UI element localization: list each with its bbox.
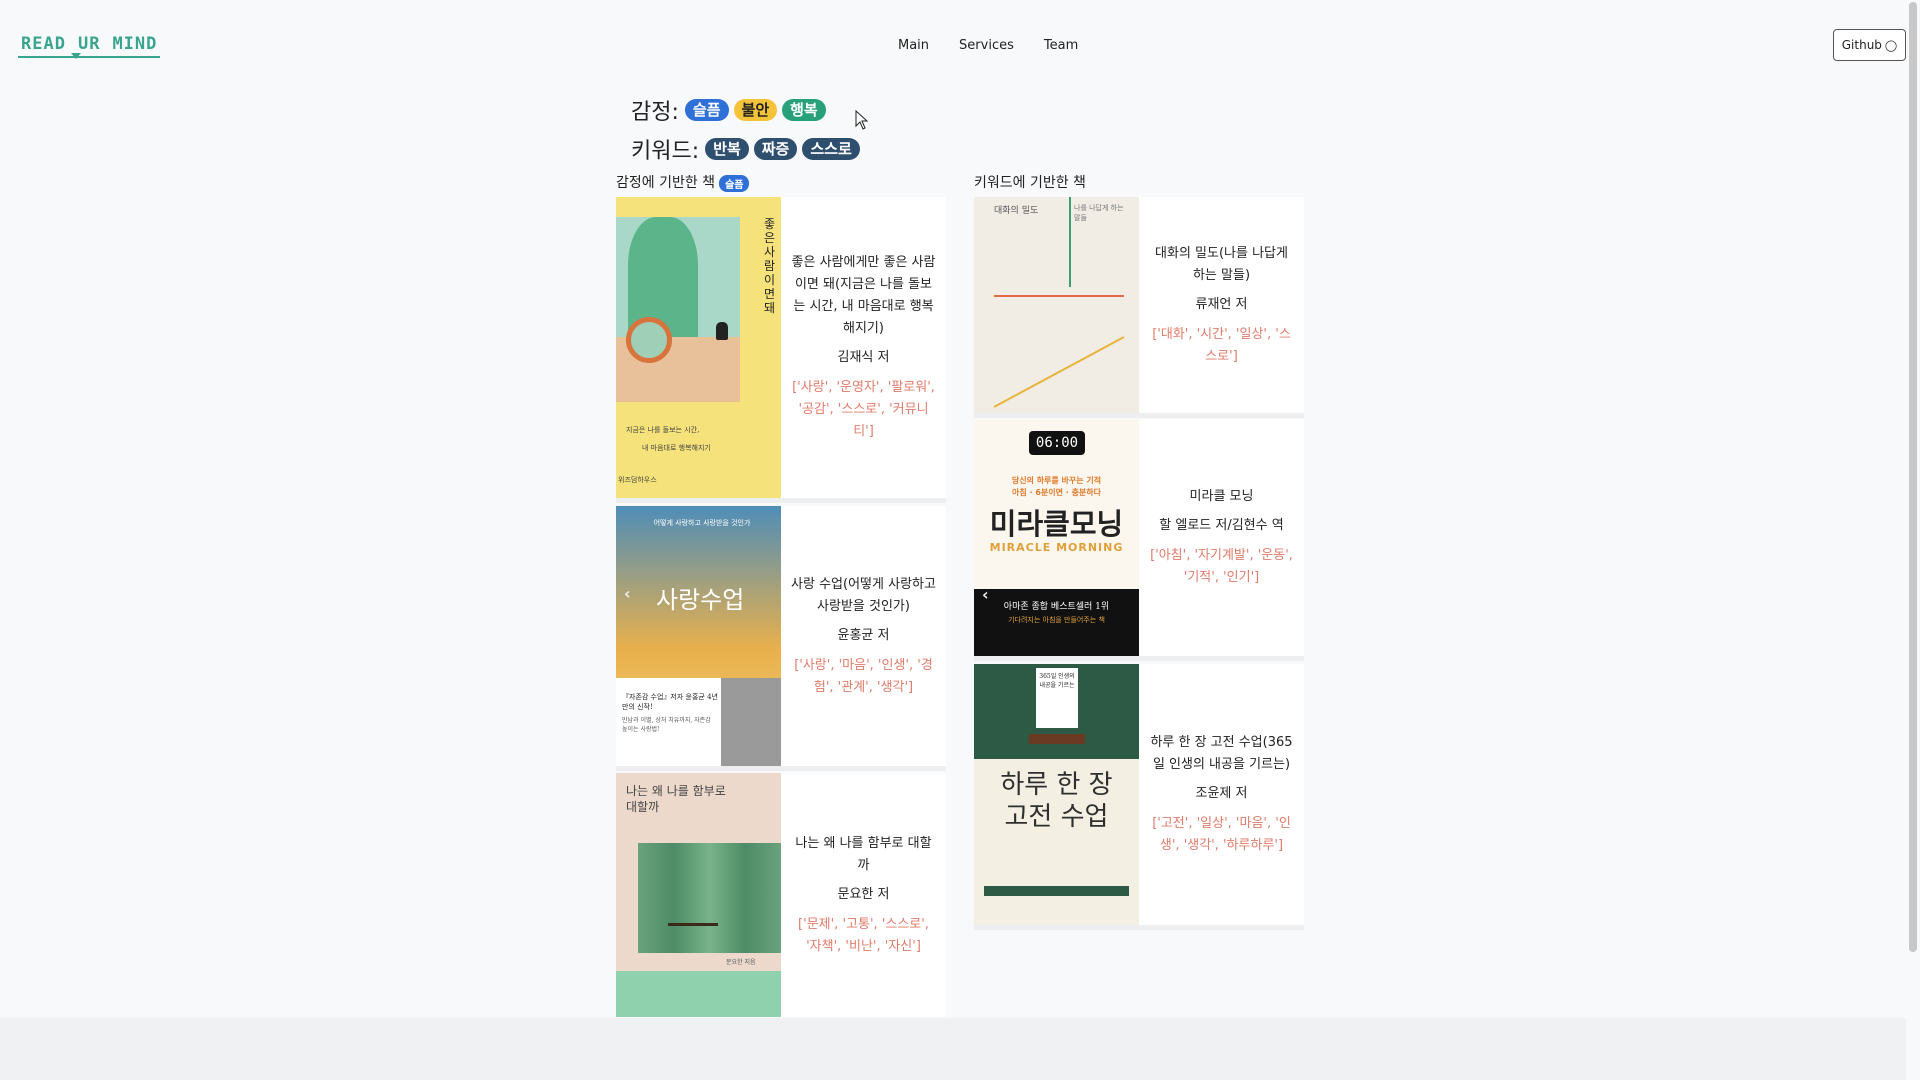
navbar: READ UR MIND Main Services Team Github ◯ bbox=[0, 0, 1906, 92]
cover-tagline: 당신의 하루를 바꾸는 기적 bbox=[1011, 476, 1102, 485]
book-title[interactable]: 사랑 수업(어떻게 사랑하고 사랑받을 것인가) bbox=[791, 574, 936, 618]
book-author: 윤홍균 저 bbox=[837, 627, 890, 643]
cover-author-photo bbox=[721, 678, 781, 766]
cover-round-window bbox=[626, 317, 672, 363]
cover-title: 사랑수업 bbox=[656, 586, 745, 614]
book-card[interactable]: 06:00 당신의 하루를 바꾸는 기적 아침 · 6분이면 · 충분하다 미라… bbox=[974, 419, 1304, 661]
book-cover[interactable]: 나는 왜 나를 함부로 대할까 문요한 지음 bbox=[616, 773, 781, 1017]
book-info: 나는 왜 나를 함부로 대할까 문요한 저 ['문제', '고통', '스스로'… bbox=[781, 773, 946, 1017]
github-icon: ◯ bbox=[1884, 38, 1898, 52]
cover-table bbox=[668, 923, 718, 943]
cover-quote: 만남과 이별, 상처 치유까지, 자존감 높이는 사랑법! bbox=[622, 717, 711, 733]
book-keywords: ['사랑', '마음', '인생', '경험', '관계', '생각'] bbox=[794, 657, 933, 695]
emotion-tag: 슬픔 bbox=[684, 99, 729, 121]
book-keywords: ['문제', '고통', '스스로', '자책', '비난', '자신'] bbox=[798, 916, 929, 954]
book-card[interactable]: 나는 왜 나를 함부로 대할까 문요한 지음 나는 왜 나를 함부로 대할까 문… bbox=[616, 773, 946, 1017]
book-info: 사랑 수업(어떻게 사랑하고 사랑받을 것인가) 윤홍균 저 ['사랑', '마… bbox=[781, 506, 946, 766]
book-title[interactable]: 나는 왜 나를 함부로 대할까 bbox=[791, 833, 936, 877]
mouse-cursor-icon bbox=[855, 110, 869, 130]
logo-word: UR bbox=[77, 34, 101, 54]
book-info: 하루 한 장 고전 수업(365일 인생의 내공을 기르는) 조윤제 저 ['고… bbox=[1139, 664, 1304, 925]
cover-top-text: 어떻게 사랑하고 사랑받을 것인가 bbox=[653, 519, 751, 527]
book-card[interactable]: 365일 인생의 내공을 기르는 하루 한 장 고전 수업 하루 한 장 고전 … bbox=[974, 664, 1304, 930]
cover-title: 나는 왜 나를 함부로 대할까 bbox=[626, 784, 726, 814]
carousel-prev-icon[interactable]: ‹ bbox=[982, 585, 989, 604]
book-author: 김재식 저 bbox=[837, 350, 890, 365]
cover-subtitle: 내 마음대로 행복해지기 bbox=[642, 444, 711, 452]
cover-clock: 06:00 bbox=[1029, 431, 1085, 455]
scrollbar-thumb[interactable] bbox=[1909, 2, 1917, 952]
github-button-label: Github bbox=[1841, 38, 1882, 52]
cover-diagonal bbox=[993, 336, 1125, 408]
book-title[interactable]: 좋은 사람에게만 좋은 사람이면 돼(지금은 나를 돌보는 시간, 내 마음대로… bbox=[791, 252, 936, 340]
book-info: 대화의 밀도(나를 나답게 하는 말들) 류재언 저 ['대화', '시간', … bbox=[1139, 197, 1304, 413]
emotion-tag: 불안 bbox=[733, 99, 778, 121]
cover-english-title: MIRACLE MORNING bbox=[989, 541, 1124, 554]
logo-pin-icon bbox=[71, 53, 81, 59]
book-card[interactable]: 어떻게 사랑하고 사랑받을 것인가 사랑수업 『자존감 수업』저자 윤홍균 4년… bbox=[616, 506, 946, 771]
cover-vertical-title: 좋은 사람이면 돼 bbox=[764, 217, 776, 315]
book-cover[interactable]: 06:00 당신의 하루를 바꾸는 기적 아침 · 6분이면 · 충분하다 미라… bbox=[974, 419, 1139, 656]
book-keywords: ['아침', '자기계발', '운동', '기적', '인기'] bbox=[1150, 548, 1293, 585]
book-cover[interactable]: 어떻게 사랑하고 사랑받을 것인가 사랑수업 『자존감 수업』저자 윤홍균 4년… bbox=[616, 506, 781, 766]
cover-top-text: 365일 인생의 내공을 기르는 bbox=[1039, 673, 1075, 689]
emotion-label: 감정: bbox=[631, 100, 679, 125]
book-author: 문요한 저 bbox=[837, 886, 890, 902]
nav-link-services[interactable]: Services bbox=[959, 38, 1014, 53]
github-button[interactable]: Github ◯ bbox=[1833, 29, 1906, 61]
emotion-tag: 행복 bbox=[782, 99, 826, 121]
cover-bottom-band bbox=[616, 971, 781, 1017]
emotion-books-title: 감정에 기반한 책 슬픔 bbox=[616, 172, 750, 192]
book-cover[interactable]: 좋은 사람이면 돼 지금은 나를 돌보는 시간, 내 마음대로 행복해지기 위즈… bbox=[616, 197, 781, 498]
book-title[interactable]: 미라클 모닝 bbox=[1190, 486, 1254, 508]
book-author: 할 엘로드 저/김현수 역 bbox=[1159, 518, 1284, 533]
keyword-row: 키워드: 반복 짜증 스스로 bbox=[631, 133, 865, 165]
cover-tagline: 아침 · 6분이면 · 충분하다 bbox=[1011, 488, 1102, 497]
book-card[interactable]: 대화의 밀도 나를 나답게 하는 말들 대화의 밀도(나를 나답게 하는 말들)… bbox=[974, 197, 1304, 418]
emotion-books-title-text: 감정에 기반한 책 bbox=[616, 175, 716, 191]
logo-word: MIND bbox=[112, 34, 158, 54]
cover-publisher: 위즈덤하우스 bbox=[618, 476, 657, 484]
page-footer bbox=[0, 1018, 1920, 1080]
book-info: 좋은 사람에게만 좋은 사람이면 돼(지금은 나를 돌보는 시간, 내 마음대로… bbox=[781, 197, 946, 498]
carousel-prev-icon[interactable]: ‹ bbox=[624, 584, 631, 603]
book-cover[interactable]: 365일 인생의 내공을 기르는 하루 한 장 고전 수업 bbox=[974, 664, 1139, 925]
cover-bestseller: 기다려지는 아침을 만들어주는 책 bbox=[1008, 616, 1105, 624]
cover-author: 문요한 지음 bbox=[726, 959, 756, 966]
logo-word: READ bbox=[21, 34, 66, 54]
keyword-label: 키워드: bbox=[631, 139, 700, 164]
logo[interactable]: READ UR MIND bbox=[18, 34, 161, 58]
book-keywords: ['대화', '시간', '일상', '스스로'] bbox=[1152, 326, 1291, 364]
book-cover[interactable]: 대화의 밀도 나를 나답게 하는 말들 bbox=[974, 197, 1139, 413]
cover-title: 고전 수업 bbox=[1004, 802, 1109, 832]
book-title[interactable]: 대화의 밀도(나를 나답게 하는 말들) bbox=[1149, 243, 1294, 287]
cover-cat bbox=[716, 322, 728, 340]
cover-desk bbox=[1029, 734, 1085, 744]
book-author: 조윤제 저 bbox=[1195, 786, 1248, 801]
nav-links: Main Services Team bbox=[898, 38, 1078, 53]
nav-link-team[interactable]: Team bbox=[1044, 38, 1078, 53]
vertical-scrollbar[interactable] bbox=[1906, 0, 1920, 1080]
cover-quote: 『자존감 수업』저자 윤홍균 4년 만의 신작! bbox=[622, 693, 718, 711]
nav-link-main[interactable]: Main bbox=[898, 38, 929, 53]
emotion-row: 감정: 슬픔 불안 행복 bbox=[631, 94, 831, 126]
book-title[interactable]: 하루 한 장 고전 수업(365일 인생의 내공을 기르는) bbox=[1149, 732, 1294, 776]
keyword-tag: 반복 bbox=[705, 138, 749, 160]
keyword-tag: 짜증 bbox=[753, 138, 798, 160]
book-keywords: ['고전', '일상', '마음', '인생', '생각', '하루하루'] bbox=[1152, 816, 1291, 853]
emotion-books-badge: 슬픔 bbox=[719, 174, 750, 192]
cover-bestseller: 아마존 종합 베스트셀러 1위 bbox=[1003, 602, 1110, 612]
book-card[interactable]: 좋은 사람이면 돼 지금은 나를 돌보는 시간, 내 마음대로 행복해지기 위즈… bbox=[616, 197, 946, 503]
book-info: 미라클 모닝 할 엘로드 저/김현수 역 ['아침', '자기계발', '운동'… bbox=[1139, 419, 1304, 656]
cover-title: 미라클모닝 bbox=[989, 507, 1124, 541]
cover-subtitle: 지금은 나를 돌보는 시간, bbox=[626, 426, 700, 434]
book-author: 류재언 저 bbox=[1195, 296, 1248, 312]
book-keywords: ['사랑', '운영자', '팔로워', '공감', '스스로', '커뮤니티'… bbox=[792, 380, 935, 439]
cover-green-bar bbox=[984, 886, 1129, 896]
keyword-books-title: 키워드에 기반한 책 bbox=[974, 175, 1086, 191]
keyword-tag: 스스로 bbox=[802, 138, 860, 160]
